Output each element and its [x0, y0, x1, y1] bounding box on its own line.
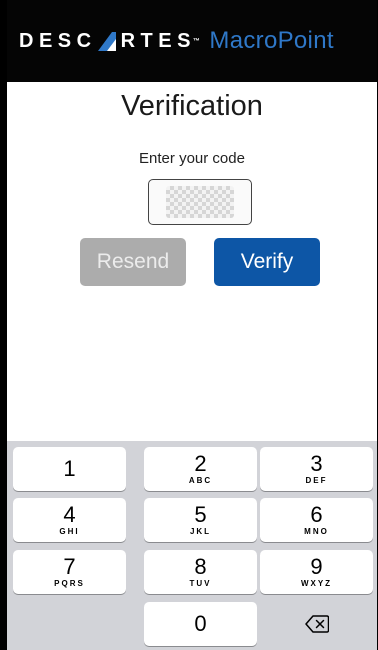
key-3[interactable]: 3 DEF — [260, 447, 373, 491]
app-screen: DESC RTES ™ MacroPoint Verification Ente… — [7, 0, 377, 650]
page-title: Verification — [121, 90, 263, 122]
code-prompt: Enter your code — [139, 150, 245, 167]
key-digit: 1 — [63, 455, 76, 481]
backspace-icon — [304, 615, 329, 633]
descartes-logo: DESC RTES ™ — [19, 30, 209, 53]
key-7[interactable]: 7 PQRS — [13, 550, 126, 594]
key-digit: 4 — [63, 501, 76, 527]
key-digit: 0 — [194, 611, 207, 636]
verify-button[interactable]: Verify — [214, 238, 320, 286]
key-letters: GHI — [59, 526, 80, 536]
key-6[interactable]: 6 MNO — [260, 498, 373, 542]
key-digit: 9 — [310, 553, 323, 579]
key-letters: PQRS — [54, 578, 85, 588]
key-9[interactable]: 9 WXYZ — [260, 550, 373, 594]
macropoint-logo: MacroPoint — [209, 27, 334, 54]
descartes-logo-mark-icon — [97, 31, 116, 51]
app-header: DESC RTES ™ MacroPoint — [7, 0, 377, 82]
key-digit: 8 — [194, 553, 207, 579]
key-0[interactable]: 0 — [144, 602, 257, 646]
key-digit: 7 — [63, 553, 76, 579]
key-5[interactable]: 5 JKL — [144, 498, 257, 542]
key-letters: JKL — [189, 526, 212, 536]
key-letters: WXYZ — [300, 578, 333, 588]
key-digit: 2 — [194, 450, 207, 476]
key-letters: ABC — [188, 475, 213, 485]
key-letters: MNO — [304, 526, 329, 536]
masked-code-value — [166, 186, 234, 218]
numeric-keypad: 1 2 ABC 3 DEF 4 GHI 5 JKL 6 MNO 7 PQRS 8 — [7, 441, 377, 650]
trademark: ™ — [192, 37, 206, 45]
key-digit: 5 — [194, 501, 207, 527]
key-digit: 6 — [310, 501, 323, 527]
key-2[interactable]: 2 ABC — [144, 447, 257, 491]
key-8[interactable]: 8 TUV — [144, 550, 257, 594]
key-digit: 3 — [310, 450, 323, 476]
key-1[interactable]: 1 — [13, 447, 126, 491]
verification-code-input[interactable] — [148, 179, 252, 225]
key-letters: TUV — [189, 578, 212, 588]
brand-text-start: DESC — [19, 29, 97, 52]
key-4[interactable]: 4 GHI — [13, 498, 126, 542]
delete-key[interactable] — [260, 602, 373, 646]
key-letters: DEF — [305, 475, 328, 485]
brand-text-end: RTES — [120, 29, 196, 52]
resend-button[interactable]: Resend — [80, 238, 186, 286]
